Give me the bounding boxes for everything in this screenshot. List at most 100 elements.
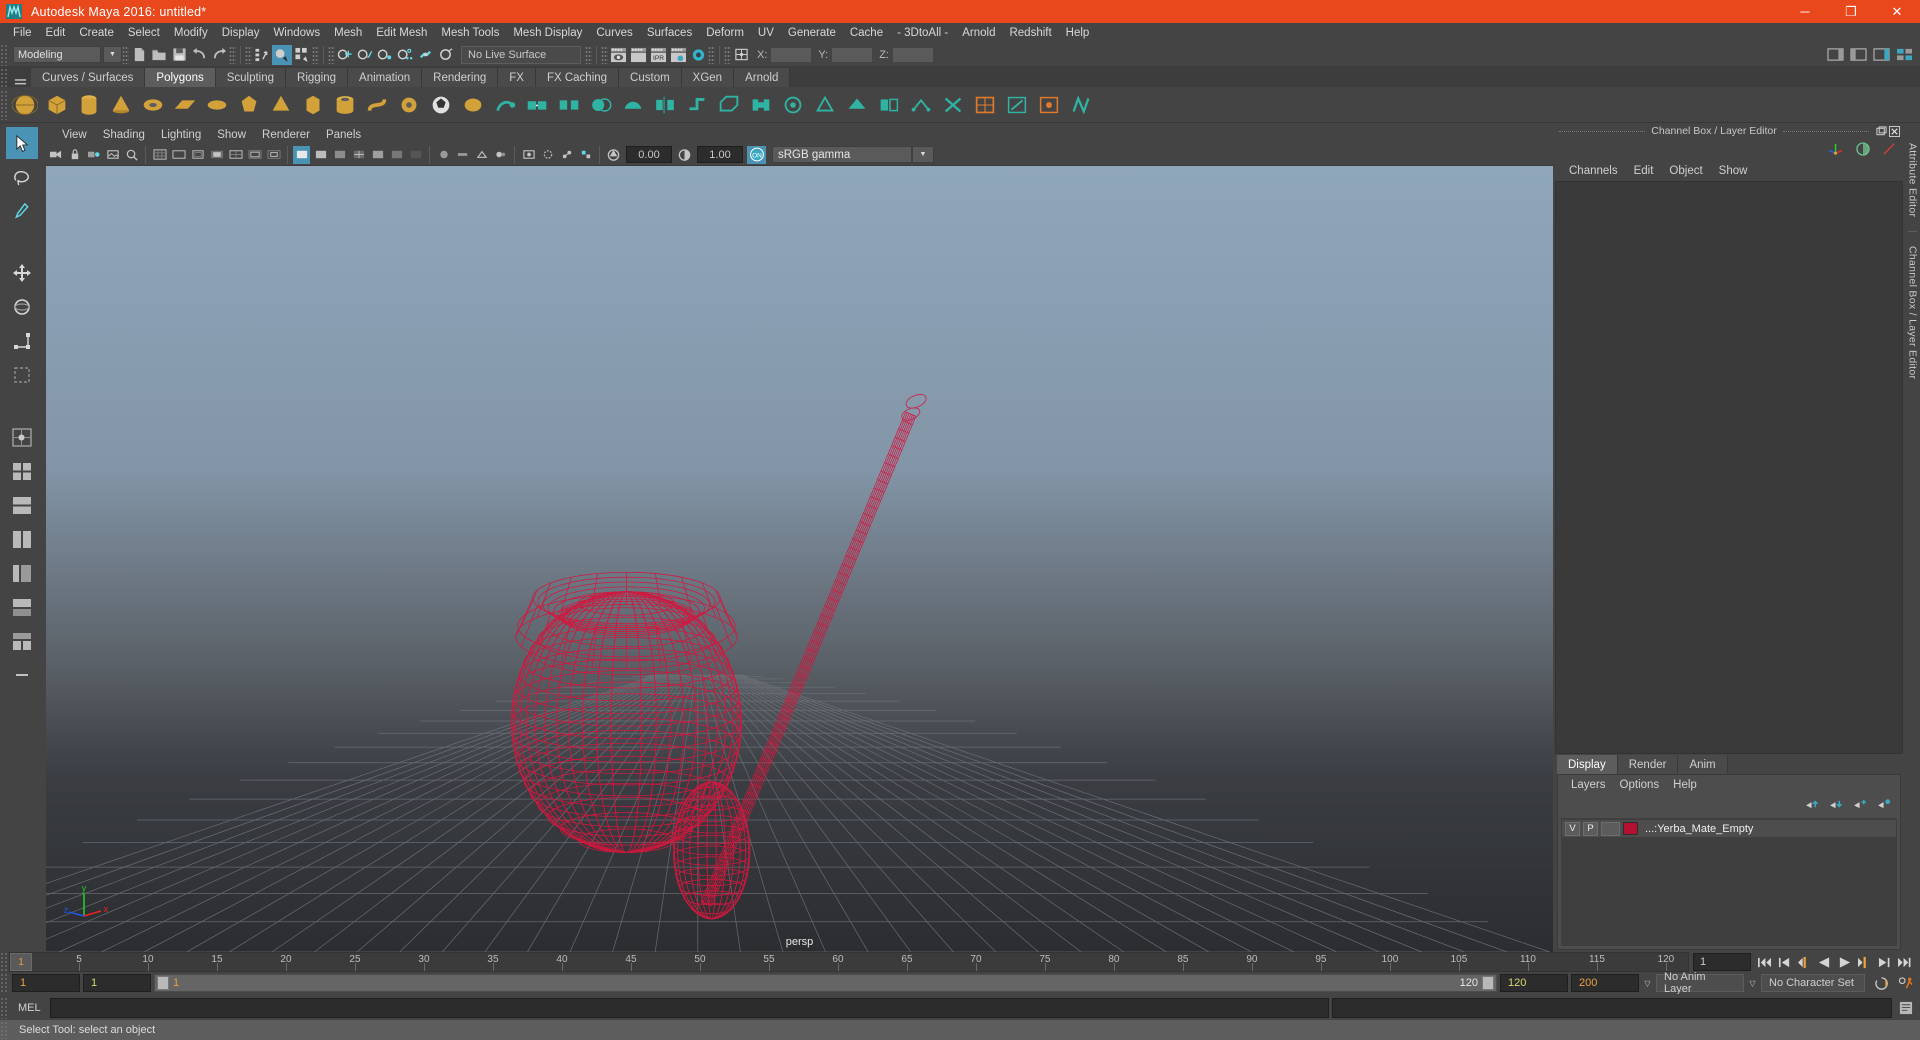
layer-menu-options[interactable]: Options	[1613, 779, 1667, 791]
smooth-icon[interactable]	[618, 90, 648, 120]
safe-action-icon[interactable]	[246, 146, 263, 164]
shelf-menu-icon[interactable]	[9, 77, 31, 87]
character-set-dropdown-arrow[interactable]: ▽	[1747, 979, 1758, 988]
shelf-grip[interactable]	[0, 68, 9, 87]
poly-platonic-icon[interactable]	[234, 90, 264, 120]
exposure-field[interactable]: 0.00	[626, 146, 672, 163]
two-pane-stacked-layout-button[interactable]	[6, 489, 38, 521]
x-coord-field[interactable]	[770, 46, 813, 63]
show-hide-tool-settings-icon[interactable]	[1848, 45, 1868, 65]
z-coord-field[interactable]	[891, 46, 934, 63]
bevel-icon[interactable]	[714, 90, 744, 120]
render-region-icon[interactable]	[628, 45, 648, 65]
open-scene-icon[interactable]	[149, 45, 169, 65]
isolate-select-icon[interactable]	[520, 146, 537, 164]
viewport-menu-panels[interactable]: Panels	[318, 129, 369, 141]
film-gate-icon[interactable]	[170, 146, 187, 164]
script-editor-icon[interactable]	[1897, 999, 1915, 1017]
persp-hypergraph-layout-button[interactable]	[6, 659, 38, 691]
auto-keyframe-icon[interactable]	[1872, 974, 1892, 993]
lighting-toggle-icon[interactable]	[388, 146, 405, 164]
live-surface-field[interactable]: No Live Surface	[461, 45, 581, 64]
layer-editor-tab-render[interactable]: Render	[1617, 755, 1679, 774]
layer-editor-tab-anim[interactable]: Anim	[1678, 755, 1728, 774]
menuset-selector[interactable]: Modeling	[13, 46, 101, 63]
redo-icon[interactable]	[209, 45, 229, 65]
extrude-icon[interactable]	[682, 90, 712, 120]
layer-editor-tab-display[interactable]: Display	[1557, 755, 1618, 774]
channel-box-menu-show[interactable]: Show	[1711, 165, 1756, 177]
menu-item-mesh[interactable]: Mesh	[327, 24, 369, 42]
menu-item-cache[interactable]: Cache	[843, 24, 890, 42]
command-line-grip[interactable]	[0, 997, 9, 1019]
y-coord-field[interactable]	[831, 46, 874, 63]
smooth-shade-all-icon[interactable]	[312, 146, 329, 164]
step-back-frame-icon[interactable]	[1794, 953, 1814, 972]
shelf-tab-custom[interactable]: Custom	[619, 68, 682, 87]
layer-playback-toggle[interactable]: P	[1583, 821, 1598, 836]
multisample-icon[interactable]	[473, 146, 490, 164]
screen-space-ao-icon[interactable]	[435, 146, 452, 164]
poly-prism-icon[interactable]	[298, 90, 328, 120]
step-forward-frame-icon[interactable]	[1854, 953, 1874, 972]
move-layer-up-icon[interactable]	[1805, 798, 1820, 813]
poly-cone-icon[interactable]	[106, 90, 136, 120]
poly-soccerball-icon[interactable]	[426, 90, 456, 120]
command-input[interactable]	[49, 998, 1329, 1018]
poly-torus-icon[interactable]	[138, 90, 168, 120]
poly-sphere-icon[interactable]	[10, 90, 40, 120]
menu-item-deform[interactable]: Deform	[699, 24, 751, 42]
current-time-indicator[interactable]: 1	[10, 953, 32, 971]
color-management-icon[interactable]: ON	[747, 145, 766, 164]
four-view-layout-button[interactable]	[6, 455, 38, 487]
rotate-tool-button[interactable]	[6, 291, 38, 323]
input-output-connections-icon[interactable]	[731, 45, 751, 65]
shelf-tab-fx-caching[interactable]: FX Caching	[535, 68, 620, 87]
toolbar-grip[interactable]	[0, 43, 9, 66]
poly-plane-icon[interactable]	[170, 90, 200, 120]
quad-draw-icon[interactable]	[1066, 90, 1096, 120]
mirror-geometry-icon[interactable]	[650, 90, 680, 120]
ipr-render-icon[interactable]: IPR	[648, 45, 668, 65]
poly-gear-icon[interactable]	[394, 90, 424, 120]
connect-icon[interactable]	[906, 90, 936, 120]
shelf-tab-curves-surfaces[interactable]: Curves / Surfaces	[31, 68, 146, 87]
channel-box-menu-edit[interactable]: Edit	[1626, 165, 1662, 177]
separate-icon[interactable]	[554, 90, 584, 120]
step-back-keyframe-icon[interactable]	[1774, 953, 1794, 972]
shelf-tab-xgen[interactable]: XGen	[681, 68, 735, 87]
menu-item-help[interactable]: Help	[1059, 24, 1097, 42]
layer-row[interactable]: V P ...:Yerba_Mate_Empty	[1562, 820, 1896, 837]
viewport-menu-shading[interactable]: Shading	[95, 129, 153, 141]
animation-end-field[interactable]: 200	[1571, 974, 1639, 992]
side-tab-attribute-editor[interactable]: Attribute Editor	[1907, 137, 1919, 223]
range-slider-bar[interactable]: 1 120	[154, 974, 1497, 992]
combine-icon[interactable]	[522, 90, 552, 120]
make-live-icon[interactable]	[415, 45, 435, 65]
menu-item-redshift[interactable]: Redshift	[1002, 24, 1058, 42]
menu-item-uv[interactable]: UV	[751, 24, 781, 42]
range-slider-grip[interactable]	[0, 973, 9, 993]
layer-state-toggle[interactable]	[1601, 821, 1620, 836]
shelf-tab-fx[interactable]: FX	[498, 68, 536, 87]
bridge-icon[interactable]	[746, 90, 776, 120]
lock-camera-icon[interactable]	[66, 146, 83, 164]
layer-name[interactable]: ...:Yerba_Mate_Empty	[1645, 823, 1753, 835]
minimize-button[interactable]: ─	[1782, 0, 1828, 23]
layer-visibility-toggle[interactable]: V	[1565, 821, 1580, 836]
image-plane-icon[interactable]	[104, 146, 121, 164]
grid-toggle-icon[interactable]	[151, 146, 168, 164]
anim-layer-field[interactable]: No Anim Layer	[1656, 971, 1744, 995]
workspace-layout-icon[interactable]	[1894, 45, 1914, 65]
menu-item-display[interactable]: Display	[215, 24, 267, 42]
render-view-icon[interactable]	[608, 45, 628, 65]
close-button[interactable]: ✕	[1874, 0, 1920, 23]
time-slider-grip[interactable]	[0, 952, 9, 972]
animation-preferences-icon[interactable]	[1895, 974, 1915, 993]
new-layer-from-selected-icon[interactable]	[1877, 798, 1892, 813]
poly-cylinder-icon[interactable]	[74, 90, 104, 120]
help-line-grip[interactable]	[0, 1021, 9, 1039]
color-profile-selector[interactable]: sRGB gamma	[772, 146, 912, 163]
menu-item-modify[interactable]: Modify	[167, 24, 215, 42]
select-component-icon[interactable]	[292, 45, 312, 65]
